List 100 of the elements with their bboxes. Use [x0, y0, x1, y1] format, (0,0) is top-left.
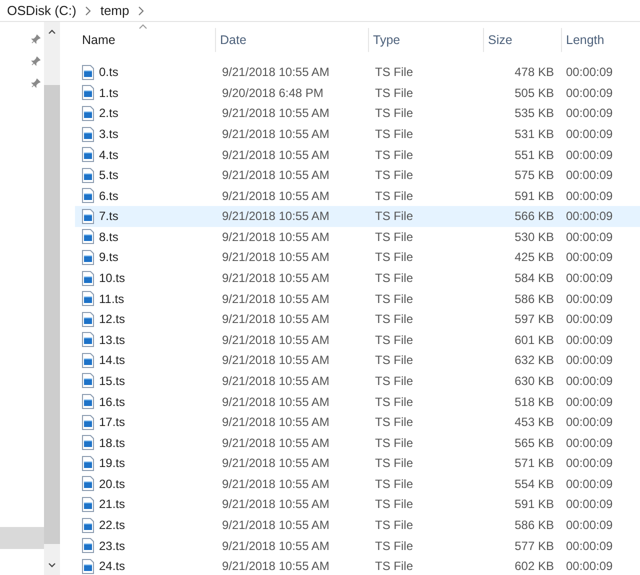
size-cell: 425 KB — [514, 250, 554, 264]
type-cell: TS File — [375, 209, 414, 224]
file-icon — [82, 435, 94, 450]
type-cell: TS File — [375, 538, 414, 553]
file-name: 0.ts — [99, 65, 118, 80]
date-cell: 9/21/2018 10:55 AM — [222, 374, 330, 388]
column-label: Length — [566, 33, 604, 47]
type-cell: TS File — [375, 168, 414, 182]
type-cell: TS File — [375, 456, 414, 470]
file-row[interactable]: 7.ts 9/21/2018 10:55 AM TS File 566 KB 00:00:09 — [75, 206, 640, 227]
column-header[interactable]: Type — [369, 28, 484, 52]
type-cell: TS File — [375, 312, 414, 326]
length-cell: 00:00:09 — [566, 456, 613, 470]
column-header[interactable]: Size — [484, 28, 562, 52]
size-cell: 505 KB — [514, 86, 554, 100]
file-row[interactable]: 13.ts 9/21/2018 10:55 AM TS File 601 KB 00:00:09 — [75, 330, 640, 350]
column-label: Type — [373, 33, 400, 47]
type-cell: TS File — [375, 292, 414, 306]
chevron-icon[interactable] — [85, 6, 92, 16]
type-cell: TS File — [375, 148, 414, 162]
file-icon — [82, 229, 94, 244]
file-row[interactable]: 17.ts 9/21/2018 10:55 AM TS File 453 KB 00:00:09 — [75, 412, 640, 432]
type-cell: TS File — [375, 436, 414, 450]
file-icon — [82, 538, 94, 554]
column-header[interactable]: Length — [562, 28, 640, 52]
size-cell: 531 KB — [514, 127, 554, 142]
file-row[interactable]: 11.ts 9/21/2018 10:55 AM TS File 586 KB 00:00:09 — [75, 288, 640, 309]
file-icon — [82, 518, 94, 532]
file-row[interactable]: 4.ts 9/21/2018 10:55 AM TS File 551 KB 00:00:09 — [75, 144, 640, 165]
date-cell: 9/21/2018 10:55 AM — [222, 456, 330, 470]
length-cell: 00:00:09 — [566, 230, 613, 244]
date-cell: 9/21/2018 10:55 AM — [222, 106, 330, 120]
file-icon — [82, 373, 94, 388]
file-row[interactable]: 10.ts 9/21/2018 10:55 AM TS File 584 KB 00:00:09 — [75, 268, 640, 288]
date-cell: 9/21/2018 10:55 AM — [222, 312, 330, 326]
length-cell: 00:00:09 — [566, 374, 613, 388]
file-row[interactable]: 15.ts 9/21/2018 10:55 AM TS File 630 KB 00:00:09 — [75, 370, 640, 392]
file-row[interactable]: 5.ts 9/21/2018 10:55 AM TS File 575 KB 00:00:09 — [75, 164, 640, 186]
file-row[interactable]: 21.ts 9/21/2018 10:55 AM TS File 591 KB 00:00:09 — [75, 494, 640, 515]
file-row[interactable]: 20.ts 9/21/2018 10:55 AM TS File 554 KB 00:00:09 — [75, 474, 640, 494]
file-row[interactable]: 14.ts 9/21/2018 10:55 AM TS File 632 KB 00:00:09 — [75, 350, 640, 371]
length-cell: 00:00:09 — [566, 415, 613, 430]
file-icon — [82, 312, 94, 327]
length-cell: 00:00:09 — [566, 312, 613, 326]
size-cell: 591 KB — [514, 188, 554, 203]
file-row[interactable]: 3.ts 9/21/2018 10:55 AM TS File 531 KB 00:00:09 — [75, 124, 640, 144]
scroll-up-icon[interactable] — [48, 29, 56, 34]
file-row[interactable]: 0.ts 9/21/2018 10:55 AM TS File 478 KB 00:00:09 — [75, 62, 640, 83]
length-cell: 00:00:09 — [566, 518, 613, 532]
type-cell: TS File — [375, 188, 414, 203]
pin-icon[interactable] — [31, 34, 41, 44]
type-cell: TS File — [375, 86, 414, 100]
file-name: 20.ts — [99, 476, 126, 491]
column-header[interactable]: Name — [75, 28, 216, 52]
file-row[interactable]: 8.ts 9/21/2018 10:55 AM TS File 530 KB 00:00:09 — [75, 226, 640, 248]
scroll-down-icon[interactable] — [48, 563, 56, 568]
type-cell: TS File — [375, 106, 414, 120]
file-icon — [82, 414, 94, 430]
file-row[interactable]: 9.ts 9/21/2018 10:55 AM TS File 425 KB 00:00:09 — [75, 247, 640, 268]
file-icon — [82, 394, 94, 410]
file-icon — [82, 558, 94, 574]
file-name: 22.ts — [99, 518, 126, 532]
file-row[interactable]: 23.ts 9/21/2018 10:55 AM TS File 577 KB 00:00:09 — [75, 535, 640, 556]
pin-icon[interactable] — [31, 78, 41, 88]
size-cell: 453 KB — [514, 415, 554, 430]
file-name: 10.ts — [99, 271, 126, 286]
file-row[interactable]: 16.ts 9/21/2018 10:55 AM TS File 518 KB 00:00:09 — [75, 391, 640, 412]
column-header[interactable]: Date — [216, 28, 369, 52]
file-row[interactable]: 19.ts 9/21/2018 10:55 AM TS File 571 KB 00:00:09 — [75, 452, 640, 474]
size-cell: 586 KB — [514, 518, 554, 532]
file-row[interactable]: 2.ts 9/21/2018 10:55 AM TS File 535 KB 00:00:09 — [75, 103, 640, 124]
type-cell: TS File — [375, 394, 414, 409]
pin-icon[interactable] — [31, 56, 41, 66]
type-cell: TS File — [375, 353, 414, 368]
breadcrumb-item[interactable]: temp — [100, 3, 130, 18]
scrollbar-thumb[interactable] — [44, 85, 60, 544]
date-cell: 9/21/2018 10:55 AM — [222, 168, 330, 182]
file-row[interactable]: 22.ts 9/21/2018 10:55 AM TS File 586 KB 00:00:09 — [75, 514, 640, 536]
file-name: 1.ts — [99, 86, 118, 100]
date-cell: 9/20/2018 6:48 PM — [222, 86, 324, 100]
size-cell: 586 KB — [514, 292, 554, 306]
date-cell: 9/21/2018 10:55 AM — [222, 476, 330, 491]
length-cell: 00:00:09 — [566, 476, 613, 491]
file-row[interactable]: 1.ts 9/20/2018 6:48 PM TS File 505 KB 00:00:09 — [75, 82, 640, 104]
file-row[interactable]: 24.ts 9/21/2018 10:55 AM TS File 602 KB 00:00:09 — [75, 556, 640, 575]
file-row[interactable]: 6.ts 9/21/2018 10:55 AM TS File 591 KB 00:00:09 — [75, 185, 640, 206]
size-cell: 597 KB — [514, 312, 554, 326]
file-row[interactable]: 12.ts 9/21/2018 10:55 AM TS File 597 KB 00:00:09 — [75, 308, 640, 330]
file-name: 14.ts — [99, 353, 126, 368]
breadcrumb-item[interactable]: OSDisk (C:) — [7, 3, 76, 18]
column-label: Date — [220, 33, 246, 47]
length-cell: 00:00:09 — [566, 86, 613, 100]
file-row[interactable]: 18.ts 9/21/2018 10:55 AM TS File 565 KB 00:00:09 — [75, 432, 640, 453]
type-cell: TS File — [375, 127, 414, 142]
file-name: 23.ts — [99, 538, 126, 553]
length-cell: 00:00:09 — [566, 332, 613, 347]
length-cell: 00:00:09 — [566, 250, 613, 264]
file-name: 13.ts — [99, 332, 126, 347]
chevron-icon[interactable] — [138, 6, 144, 16]
file-icon — [82, 250, 94, 265]
